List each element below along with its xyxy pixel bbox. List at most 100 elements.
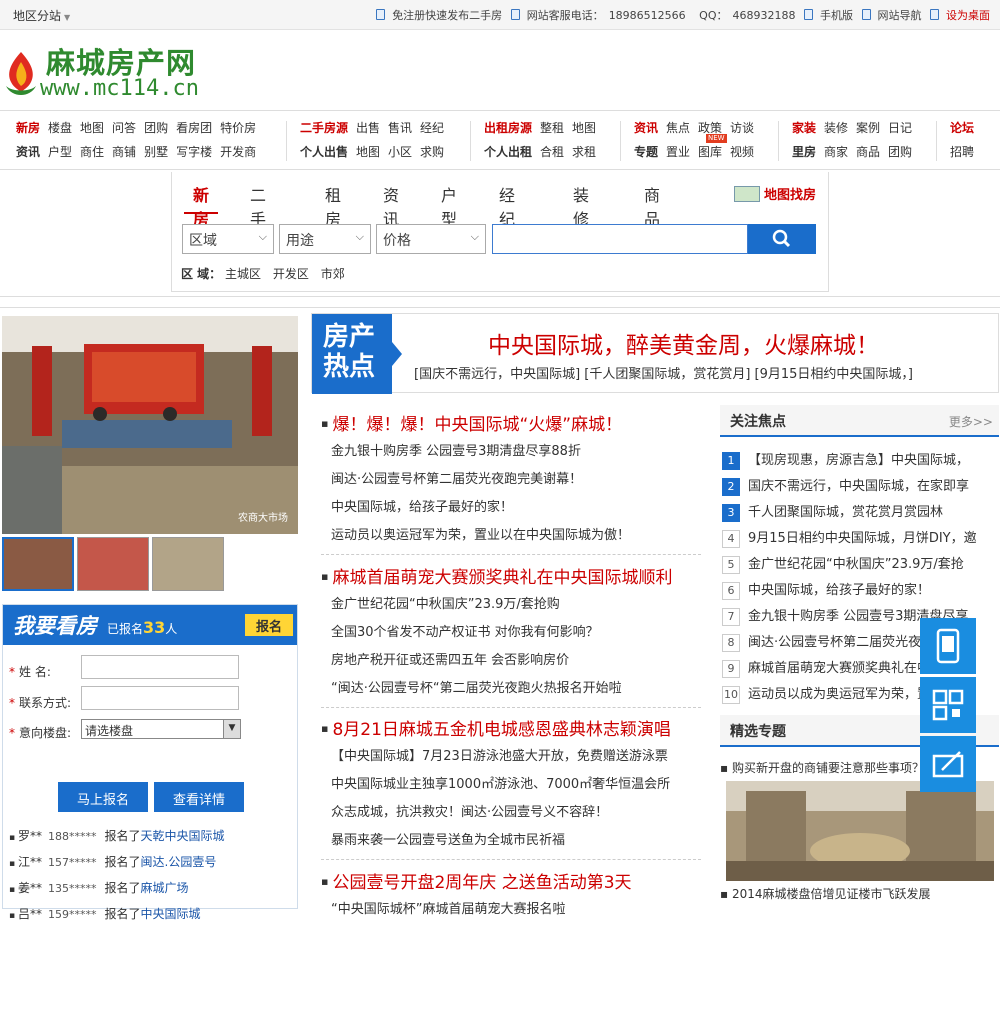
news-headline[interactable]: ▪ 麻城首届萌宠大赛颁奖典礼在中央国际城顺利 [321,563,672,588]
phone-field[interactable] [81,686,239,710]
focus-item[interactable]: 5 金广世纪花园“中秋国庆”23.9万/套抢 [722,553,999,577]
nav-link[interactable]: 商家 [824,145,848,159]
nav-link[interactable]: 访谈 [730,121,754,135]
nav-link[interactable]: 商铺 [112,145,136,159]
nav-link[interactable]: 焦点 [666,121,690,135]
topic-image[interactable] [726,781,994,881]
nav-link[interactable]: 地图 [80,121,104,135]
site-logo[interactable]: 麻城房产网 www.mc114.cn [2,38,222,102]
submit-signup-button[interactable]: 马上报名 [58,782,148,812]
nav-link[interactable]: 资讯 [16,145,40,159]
thumbnail-1[interactable] [2,537,74,591]
nav-link[interactable]: 地图 [572,121,596,135]
thumbnail-3[interactable] [152,537,224,591]
search-tab[interactable]: 二手房 [250,182,266,253]
topic-question-link[interactable]: ▪ 购买新开盘的商铺要注意那些事项？ [720,759,924,776]
region-switcher[interactable]: 地区分站 ▼ [13,7,70,24]
nav-link[interactable]: 商品 [856,145,880,159]
nav-link[interactable]: 经纪 [420,121,444,135]
focus-item[interactable]: 6 中央国际城，给孩子最好的家！ [722,579,999,603]
area-filter-item[interactable]: 开发区 [273,267,309,281]
focus-more-link[interactable]: 更多>> [949,413,993,430]
feedback-button[interactable] [920,736,976,792]
nav-link[interactable]: 售讯 [388,121,412,135]
focus-item[interactable]: 3 千人团聚国际城，赏花赏月赏园林 [722,501,999,525]
thumbnail-2[interactable] [77,537,149,591]
search-tab[interactable]: 新房 [184,182,219,229]
estate-link[interactable]: 麻城广场 [141,881,189,895]
news-headline[interactable]: ▪ 公园壹号开盘2周年庆 之送鱼活动第3天 [321,868,632,893]
search-tab[interactable]: 租房 [325,182,341,229]
search-input[interactable] [492,224,748,254]
hot-headline[interactable]: 中央国际城，醉美黄金周，火爆麻城！ [488,326,879,360]
featured-photo[interactable]: 农商大市场 [2,316,298,534]
estate-link[interactable]: 闽达.公园壹号 [141,855,217,869]
publish-link[interactable]: 免注册快速发布二手房 [376,9,502,22]
nav-link[interactable]: 置业 [666,145,690,159]
name-field[interactable] [81,655,239,679]
focus-item[interactable]: 2 国庆不需远行，中央国际城，在家即享 [722,475,999,499]
news-item[interactable]: 暴雨来袭一公园壹号送鱼为全城市民祈福 [331,829,565,848]
nav-link[interactable]: 案例 [856,121,880,135]
nav-link[interactable]: 团购 [144,121,168,135]
news-headline[interactable]: ▪ 爆！爆！爆！中央国际城“火爆”麻城！ [321,410,622,435]
map-search-link[interactable]: 地图找房 [734,184,816,203]
nav-link[interactable]: 视频 [730,145,754,159]
nav-link[interactable]: 整租 [540,121,564,135]
nav-link[interactable]: 求租 [572,145,596,159]
nav-link[interactable]: 资讯 [634,121,658,135]
nav-link[interactable]: 个人出售 [300,145,348,159]
focus-item[interactable]: 1 【现房现惠，房源吉急】中央国际城， [722,449,999,473]
nav-link[interactable]: 开发商 [220,145,256,159]
news-item[interactable]: “闽达·公园壹号杯“第二届荧光夜跑火热报名开始啦 [331,677,622,696]
focus-item[interactable]: 4 9月15日相约中央国际城，月饼DIY，邀 [722,527,999,551]
news-item[interactable]: 房地产税开征或还需四五年 会否影响房价 [331,649,569,668]
news-item[interactable]: 中央国际城业主独享1000㎡游泳池、7000㎡奢华恒温会所 [331,773,670,792]
estate-select[interactable]: 请选楼盘 ▼ [81,719,241,739]
search-tab[interactable]: 经纪人 [499,182,515,253]
estate-link[interactable]: 天乾中央国际城 [141,829,225,843]
search-tab[interactable]: 资讯 [383,182,399,229]
nav-link[interactable]: 户型 [48,145,72,159]
news-item[interactable]: 闽达·公园壹号杯第二届荧光夜跑完美谢幕！ [331,468,582,487]
news-item[interactable]: 金九银十购房季 公园壹号3期清盘尽享88折 [331,440,581,459]
nav-link[interactable]: 看房团 [176,121,212,135]
topic-caption-link[interactable]: ▪ 2014麻城楼盘倍增见证楼市飞跃发展 [720,885,931,902]
search-tab[interactable]: 商品 [644,182,660,229]
news-item[interactable]: 众志成城，抗洪救灾！闽达·公园壹号义不容辞！ [331,801,608,820]
nav-link[interactable]: 日记 [888,121,912,135]
qr-mobile-button[interactable] [920,618,976,674]
mobile-link[interactable]: 手机版 [804,9,853,22]
nav-link[interactable]: 楼盘 [48,121,72,135]
search-tab[interactable]: 装修 [573,182,589,229]
nav-link[interactable]: 写字楼 [176,145,212,159]
news-item[interactable]: 运动员以奥运冠军为荣，置业以在中央国际城为傲！ [331,524,630,543]
hot-subheadlines[interactable]: [国庆不需远行，中央国际城] [千人团聚国际城，赏花赏月] [9月15日相约中央… [414,363,913,382]
use-select[interactable]: 用途 ⌵ [279,224,371,254]
sitenav-link[interactable]: 网站导航 [861,9,922,22]
area-filter-item[interactable]: 市郊 [321,267,345,281]
nav-link[interactable]: 别墅 [144,145,168,159]
area-select[interactable]: 区域 ⌵ [182,224,274,254]
nav-link[interactable]: 政策 [698,121,722,135]
nav-link[interactable]: 新房 [16,121,40,135]
nav-link[interactable]: 出售 [356,121,380,135]
nav-link[interactable]: 图库 [698,145,722,159]
nav-link[interactable]: 合租 [540,145,564,159]
nav-link[interactable]: 论坛 [950,121,974,135]
set-home-link[interactable]: 设为桌面 [930,9,990,22]
search-button[interactable] [748,224,816,254]
price-select[interactable]: 价格 ⌵ [376,224,486,254]
nav-link[interactable]: 里房 [792,145,816,159]
view-details-button[interactable]: 查看详情 [154,782,244,812]
news-item[interactable]: 全国30个省发不动产权证书 对你我有何影响？ [331,621,599,640]
estate-link[interactable]: 中央国际城 [141,907,201,921]
nav-link[interactable]: 装修 [824,121,848,135]
qr-wechat-button[interactable] [920,677,976,733]
nav-link[interactable]: 二手房源 [300,121,348,135]
nav-link[interactable]: 招聘 [950,145,974,159]
register-button[interactable]: 报名 [245,614,293,636]
news-item[interactable]: 【中央国际城】7月23日游泳池盛大开放，免费赠送游泳票 [331,745,668,764]
nav-link[interactable]: 商住 [80,145,104,159]
news-item[interactable]: 金广世纪花园“中秋国庆”23.9万/套抢购 [331,593,560,612]
